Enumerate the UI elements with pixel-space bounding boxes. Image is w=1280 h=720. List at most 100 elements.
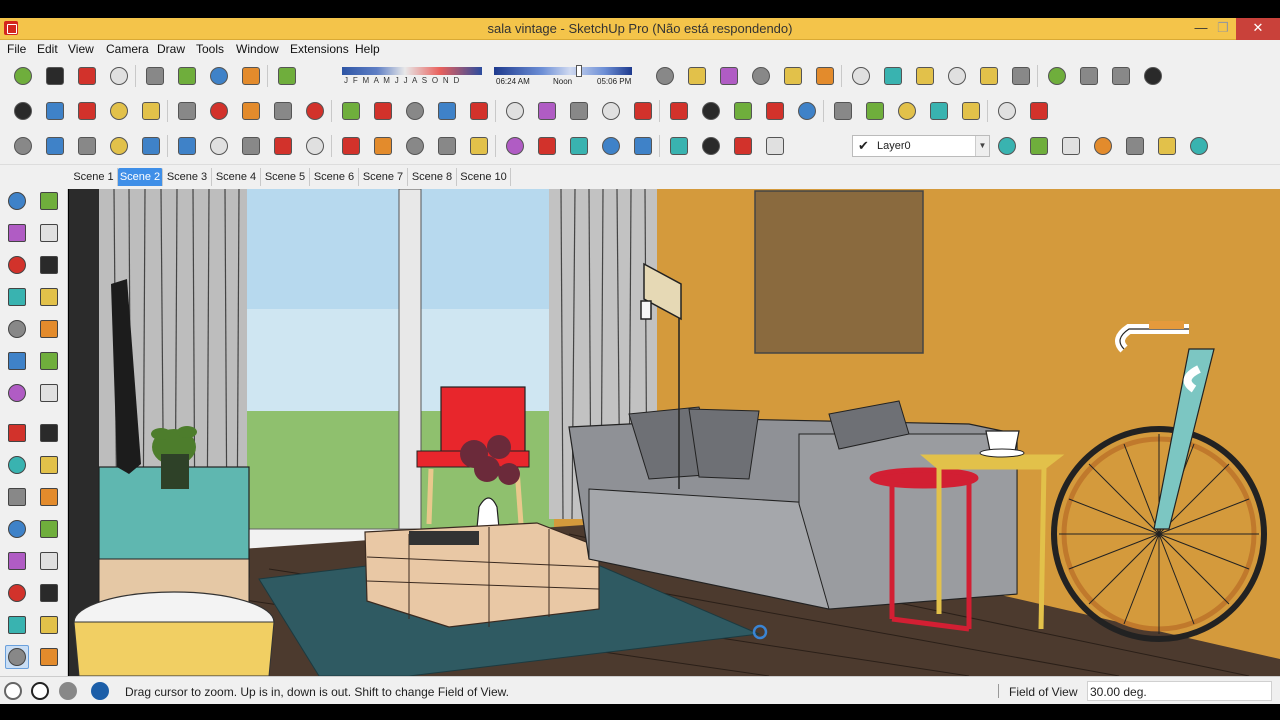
- circle-tool[interactable]: [5, 317, 29, 341]
- axes-tool-tool[interactable]: [5, 581, 29, 605]
- chevron-down-icon[interactable]: ▼: [975, 136, 989, 156]
- pause-button[interactable]: [566, 133, 592, 159]
- dynamic-attrs-button[interactable]: [1008, 63, 1034, 89]
- dimension-button[interactable]: [434, 133, 460, 159]
- tab-scene-1[interactable]: Scene 1: [70, 168, 118, 186]
- front-view-button[interactable]: [652, 63, 678, 89]
- tab-scene-7[interactable]: Scene 7: [359, 168, 408, 186]
- make-component-tool[interactable]: [37, 189, 61, 213]
- styles-button[interactable]: [74, 133, 100, 159]
- paint-bucket-tool[interactable]: [5, 221, 29, 245]
- rotated-rectangle-tool[interactable]: [37, 285, 61, 309]
- section-plane-red-button[interactable]: [862, 98, 888, 124]
- section-plane-button[interactable]: [848, 63, 874, 89]
- section-cut-button[interactable]: [912, 63, 938, 89]
- eraser-tool[interactable]: [37, 221, 61, 245]
- outer-shell-button[interactable]: [566, 98, 592, 124]
- menu-camera[interactable]: Camera: [106, 42, 149, 56]
- menu-view[interactable]: View: [68, 42, 94, 56]
- freehand-tool[interactable]: [37, 253, 61, 277]
- rotate-tool-tool[interactable]: [5, 453, 29, 477]
- erase-button[interactable]: [302, 98, 328, 124]
- open-button[interactable]: [42, 63, 68, 89]
- user-icon[interactable]: [59, 682, 77, 700]
- select-tool-button[interactable]: [10, 98, 36, 124]
- sphere-button[interactable]: [402, 133, 428, 159]
- dimension-tool-tool[interactable]: [37, 517, 61, 541]
- union-button[interactable]: [630, 98, 656, 124]
- position-camera-button[interactable]: [994, 98, 1020, 124]
- rt-button[interactable]: [270, 133, 296, 159]
- right-view-button[interactable]: [684, 63, 710, 89]
- lamp-button[interactable]: [730, 133, 756, 159]
- scale-button[interactable]: [174, 98, 200, 124]
- follow-me-tool-tool[interactable]: [37, 453, 61, 477]
- bulb-button[interactable]: [698, 133, 724, 159]
- outliner-button[interactable]: [138, 133, 164, 159]
- orbit-tool[interactable]: [5, 613, 29, 637]
- shadow-settings[interactable]: J F M A M J J A S O N D 06:24 AM Noon 05…: [342, 65, 634, 89]
- tab-scene-8[interactable]: Scene 8: [408, 168, 457, 186]
- month-slider[interactable]: [342, 67, 482, 75]
- zoom-window-tool[interactable]: [37, 645, 61, 669]
- af-button[interactable]: [1186, 133, 1212, 159]
- top-view-button[interactable]: [716, 63, 742, 89]
- menu-window[interactable]: Window: [236, 42, 279, 56]
- move-button[interactable]: [74, 98, 100, 124]
- tape-measure-tool[interactable]: [5, 517, 29, 541]
- tab-scene-10[interactable]: Scene 10: [457, 168, 511, 186]
- measurements-field[interactable]: 30.00 deg.: [1087, 681, 1272, 701]
- trim-button[interactable]: [698, 98, 724, 124]
- left-view-button[interactable]: [780, 63, 806, 89]
- components-button[interactable]: [10, 133, 36, 159]
- paint-bucket-button[interactable]: [142, 63, 168, 89]
- geo-location-icon[interactable]: [4, 682, 22, 700]
- rotate-button[interactable]: [106, 98, 132, 124]
- fog-button[interactable]: [274, 63, 300, 89]
- tab-scene-5[interactable]: Scene 5: [261, 168, 310, 186]
- xray-style-button[interactable]: [502, 98, 528, 124]
- maximize-button[interactable]: ❐: [1208, 18, 1238, 40]
- shaded-button[interactable]: [402, 98, 428, 124]
- hidden-line-button[interactable]: [370, 98, 396, 124]
- an-button[interactable]: [1122, 133, 1148, 159]
- layers-button[interactable]: [106, 133, 132, 159]
- menu-edit[interactable]: Edit: [37, 42, 58, 56]
- push-pull-tool-tool[interactable]: [37, 421, 61, 445]
- landscape-button[interactable]: [466, 133, 492, 159]
- section-fill-button[interactable]: [944, 63, 970, 89]
- pencil-tool[interactable]: [5, 253, 29, 277]
- materials-button[interactable]: [42, 133, 68, 159]
- two-point-arc-tool[interactable]: [5, 381, 29, 405]
- protractor-tool[interactable]: [5, 549, 29, 573]
- menu-file[interactable]: File: [7, 42, 26, 56]
- wireframe-button[interactable]: [338, 98, 364, 124]
- menu-extensions[interactable]: Extensions: [290, 42, 349, 56]
- select-arrow-tool[interactable]: [5, 189, 29, 213]
- tag-button[interactable]: [206, 133, 232, 159]
- credits-icon[interactable]: [31, 682, 49, 700]
- shadows-toggle-button[interactable]: [238, 63, 264, 89]
- text-tool-tool[interactable]: [37, 549, 61, 573]
- polygon-tool[interactable]: [37, 317, 61, 341]
- back-view-button[interactable]: [748, 63, 774, 89]
- save-button[interactable]: [74, 63, 100, 89]
- tab-scene-6[interactable]: Scene 6: [310, 168, 359, 186]
- scene-render[interactable]: [69, 189, 1280, 676]
- component-options-button[interactable]: [976, 63, 1002, 89]
- subtract-button[interactable]: [666, 98, 692, 124]
- pan-tool[interactable]: [37, 613, 61, 637]
- section-plane-gray-button[interactable]: [926, 98, 952, 124]
- arc-tool[interactable]: [5, 349, 29, 373]
- redo-button[interactable]: [270, 98, 296, 124]
- look-around-button[interactable]: [1026, 98, 1052, 124]
- ax-button[interactable]: [1154, 133, 1180, 159]
- split-button[interactable]: [730, 98, 756, 124]
- a-button[interactable]: [1058, 133, 1084, 159]
- offset-tool-tool[interactable]: [37, 485, 61, 509]
- ruby-console-button[interactable]: [1108, 63, 1134, 89]
- walk-button[interactable]: [958, 98, 984, 124]
- time-slider-handle[interactable]: [576, 65, 582, 77]
- extension-warehouse-button[interactable]: [1076, 63, 1102, 89]
- ar-button[interactable]: [1026, 133, 1052, 159]
